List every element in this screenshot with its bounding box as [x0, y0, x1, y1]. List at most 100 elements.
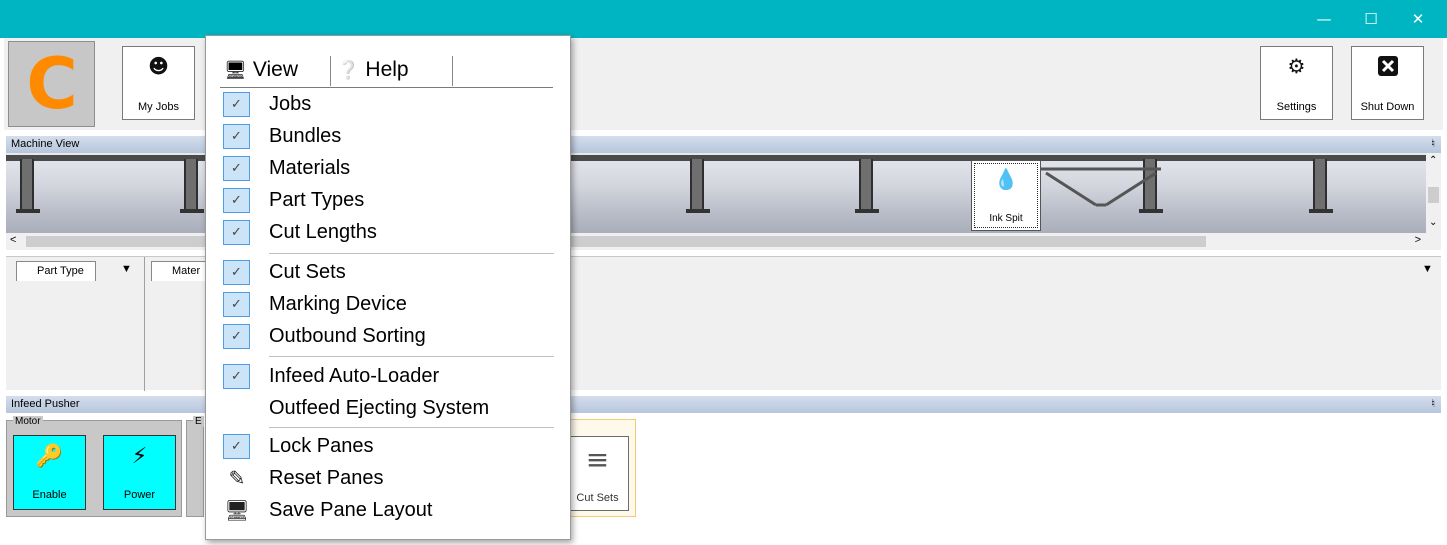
scroll-left-icon[interactable]: < [10, 234, 16, 246]
monitor-save-icon: 🖥 [224, 498, 250, 522]
tab-part-type-label: Part Type [37, 265, 84, 277]
my-jobs-button[interactable]: ☻ My Jobs [122, 46, 195, 120]
shut-down-button[interactable]: Shut Down [1351, 46, 1424, 120]
menu-item-cut-sets[interactable]: ✓ Cut Sets [220, 257, 555, 287]
menu-item-label: Cut Lengths [269, 221, 377, 243]
key-icon: 🔑 [35, 444, 64, 469]
machine-foot [686, 209, 710, 213]
checkmark-icon: ✓ [223, 220, 250, 245]
menu-item-label: Cut Sets [269, 261, 346, 283]
menu-item-bundles[interactable]: ✓ Bundles [220, 121, 555, 151]
menu-item-marking-device[interactable]: ✓ Marking Device [220, 289, 555, 319]
chevron-down-icon[interactable]: ▼ [121, 263, 132, 275]
infeed-pusher-title: Infeed Pusher [11, 398, 80, 410]
ink-spit-label: Ink Spit [989, 213, 1023, 224]
menu-item-infeed-auto-loader[interactable]: ✓ Infeed Auto-Loader [220, 361, 555, 391]
lightning-icon: ⚡ [131, 444, 148, 469]
menu-item-part-types[interactable]: ✓ Part Types [220, 185, 555, 215]
tab-view[interactable]: 🖥 View [224, 54, 298, 88]
menu-item-outbound-sorting[interactable]: ✓ Outbound Sorting [220, 321, 555, 351]
machine-foot [16, 209, 40, 213]
settings-button[interactable]: ⚙ Settings [1260, 46, 1333, 120]
checkmark-icon: ✓ [223, 188, 250, 213]
motor-group-label: Motor [13, 416, 43, 427]
menu-item-reset-panes[interactable]: ✎ Reset Panes [220, 463, 555, 493]
machine-post [859, 159, 873, 211]
menu-item-outfeed-ejecting-system[interactable]: Outfeed Ejecting System [220, 393, 555, 423]
checkmark-icon: ✓ [223, 260, 250, 285]
tab-materials-label: Mater [172, 265, 201, 277]
cut-sets-label: Cut Sets [576, 492, 619, 504]
second-group: E [186, 416, 204, 517]
chevron-down-icon[interactable]: ▼ [1422, 263, 1433, 275]
close-box-icon [1352, 55, 1423, 81]
checkmark-icon: ✓ [223, 156, 250, 181]
ink-spit-button[interactable]: 💧 Ink Spit [971, 160, 1041, 231]
scroll-down-icon[interactable]: ⌄ [1429, 217, 1437, 228]
menu-item-label: Reset Panes [269, 467, 384, 489]
enable-label: Enable [32, 489, 67, 501]
checkmark-icon: ✓ [223, 434, 250, 459]
question-icon: ❔ [337, 60, 360, 81]
menu-item-save-pane-layout[interactable]: 🖥 Save Pane Layout [220, 495, 555, 525]
tab-help-label: Help [365, 58, 409, 81]
tab-separator [452, 56, 453, 86]
checkmark-icon: ✓ [223, 324, 250, 349]
menu-item-label: Outfeed Ejecting System [269, 397, 490, 419]
machine-foot [180, 209, 204, 213]
pin-icon[interactable]: ♮ [1431, 396, 1435, 413]
maximize-button[interactable]: ☐ [1348, 8, 1394, 30]
lines-icon: ≡ [585, 443, 610, 476]
second-group-label: E [193, 416, 204, 427]
tab-view-label: View [252, 58, 298, 81]
power-label: Power [123, 489, 156, 501]
checkmark-icon: ✓ [223, 292, 250, 317]
gear-icon: ⚙ [1287, 54, 1306, 78]
machine-vertical-scrollbar[interactable]: ⌃ ⌄ [1426, 153, 1441, 233]
power-button[interactable]: ⚡ Power [103, 435, 176, 510]
cut-sets-button[interactable]: ≡ Cut Sets [566, 436, 629, 511]
monitor-icon: 🖥 [224, 60, 247, 81]
machine-foot [1309, 209, 1333, 213]
app-logo: C [8, 41, 95, 127]
menu-separator [269, 356, 554, 357]
tab-part-type[interactable]: Part Type [16, 261, 96, 281]
machine-post [690, 159, 704, 211]
eraser-icon: ✎ [228, 466, 246, 490]
settings-label: Settings [1276, 101, 1317, 113]
tab-help[interactable]: ❔ Help [337, 54, 409, 88]
menu-item-label: Infeed Auto-Loader [269, 365, 440, 387]
scroll-thumb[interactable] [26, 236, 1206, 247]
user-gear-icon: ☻ [148, 54, 169, 78]
machine-post [1313, 159, 1327, 211]
scroll-up-icon[interactable]: ⌃ [1429, 155, 1437, 166]
checkmark-icon: ✓ [223, 124, 250, 149]
close-window-button[interactable]: ✕ [1395, 8, 1441, 30]
enable-button[interactable]: 🔑 Enable [13, 435, 86, 510]
logo-letter: C [26, 43, 78, 125]
pin-icon[interactable]: ♮ [1431, 136, 1435, 153]
menu-item-label: Materials [269, 157, 351, 179]
machine-foot [855, 209, 879, 213]
menu-item-label: Part Types [269, 189, 365, 211]
menu-item-materials[interactable]: ✓ Materials [220, 153, 555, 183]
machine-post [184, 159, 198, 211]
menu-item-label: Save Pane Layout [269, 499, 433, 521]
tab-separator [330, 56, 331, 86]
menu-item-cut-lengths[interactable]: ✓ Cut Lengths [220, 217, 555, 247]
minimize-button[interactable]: — [1301, 8, 1347, 30]
menu-separator [269, 253, 554, 254]
menu-item-label: Bundles [269, 125, 342, 147]
machine-crossbrace [1041, 167, 1161, 207]
scroll-right-icon[interactable]: > [1415, 234, 1421, 246]
checkmark-icon: ✓ [223, 92, 250, 117]
menu-item-lock-panes[interactable]: ✓ Lock Panes [220, 431, 555, 461]
menu-item-label: Jobs [269, 93, 312, 115]
ink-drop-icon: 💧 [993, 167, 1019, 191]
view-menu: 🖥 View ❔ Help ✓ Jobs ✓ Bundles ✓ Materials… [205, 35, 571, 540]
pane-divider [144, 257, 145, 391]
menu-item-jobs[interactable]: ✓ Jobs [220, 89, 555, 119]
title-bar: — ☐ ✕ [0, 0, 1447, 38]
shut-down-label: Shut Down [1360, 101, 1415, 113]
scroll-thumb[interactable] [1428, 187, 1439, 203]
